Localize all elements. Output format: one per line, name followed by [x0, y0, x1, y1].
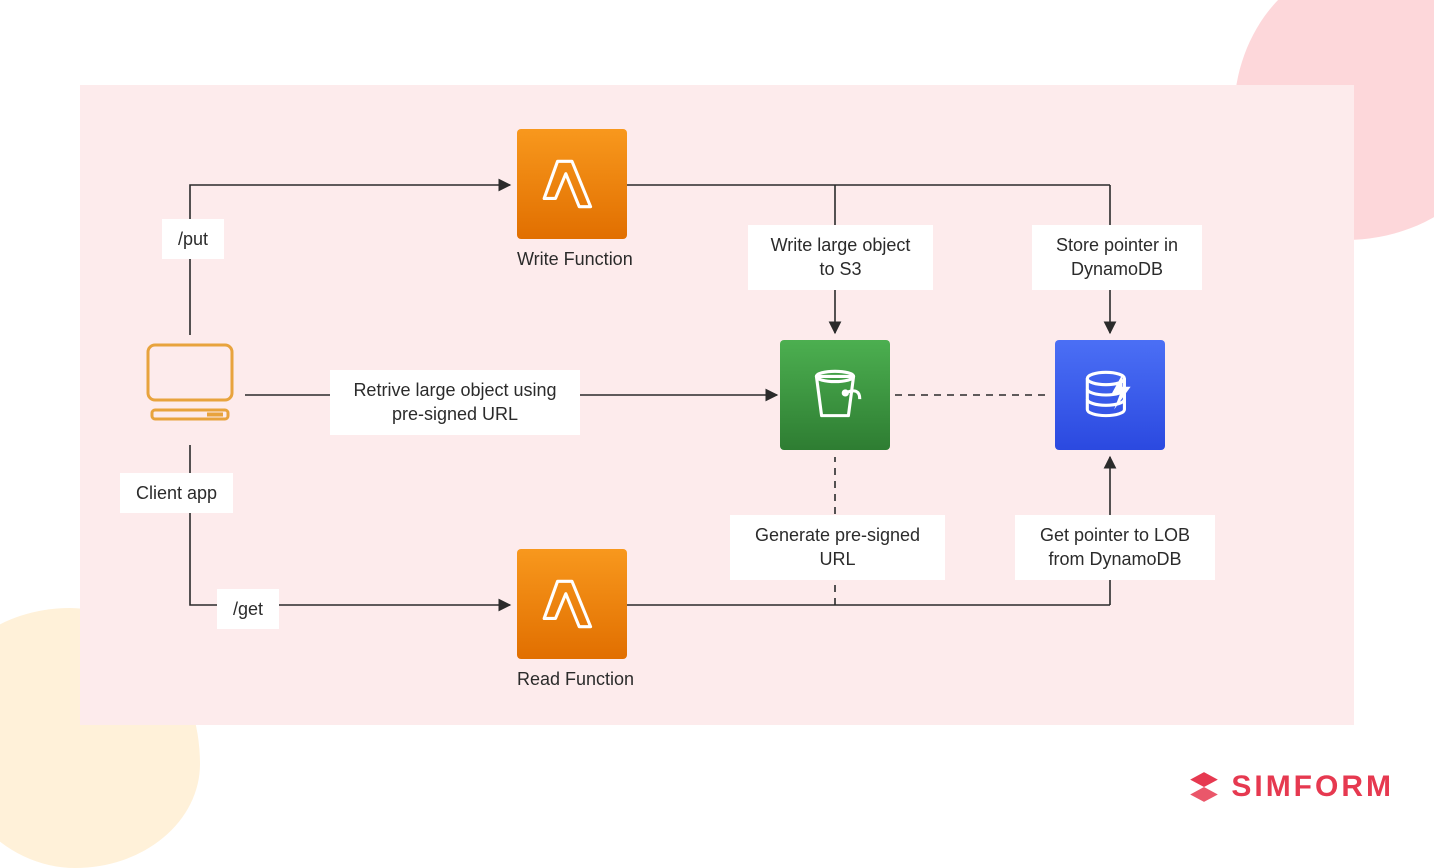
lambda-icon: [517, 129, 627, 239]
s3-bucket-icon: [780, 340, 890, 450]
diagram-canvas: Client app Write Function Read Function: [80, 85, 1354, 725]
brand-logo: SIMFORM: [1187, 770, 1394, 804]
brand-text: SIMFORM: [1231, 770, 1394, 804]
read-function-label: Read Function: [517, 669, 634, 690]
client-app-label: Client app: [120, 473, 233, 513]
node-write-function: Write Function: [517, 129, 633, 270]
edge-label-retrieve: Retrive large object usingpre-signed URL: [330, 370, 580, 435]
node-dynamodb: [1055, 340, 1165, 450]
edge-label-get-pointer: Get pointer to LOBfrom DynamoDB: [1015, 515, 1215, 580]
simform-mark-icon: [1187, 770, 1221, 804]
node-client-app: [140, 340, 240, 435]
dynamodb-icon: [1055, 340, 1165, 450]
desktop-computer-icon: [140, 340, 240, 430]
node-read-function: Read Function: [517, 549, 634, 690]
edge-label-get: /get: [217, 589, 279, 629]
write-function-label: Write Function: [517, 249, 633, 270]
node-s3-bucket: [780, 340, 890, 450]
edge-label-put: /put: [162, 219, 224, 259]
edge-label-store-pointer: Store pointer inDynamoDB: [1032, 225, 1202, 290]
lambda-icon: [517, 549, 627, 659]
edge-label-generate-url: Generate pre-signedURL: [730, 515, 945, 580]
edge-label-write-s3: Write large objectto S3: [748, 225, 933, 290]
